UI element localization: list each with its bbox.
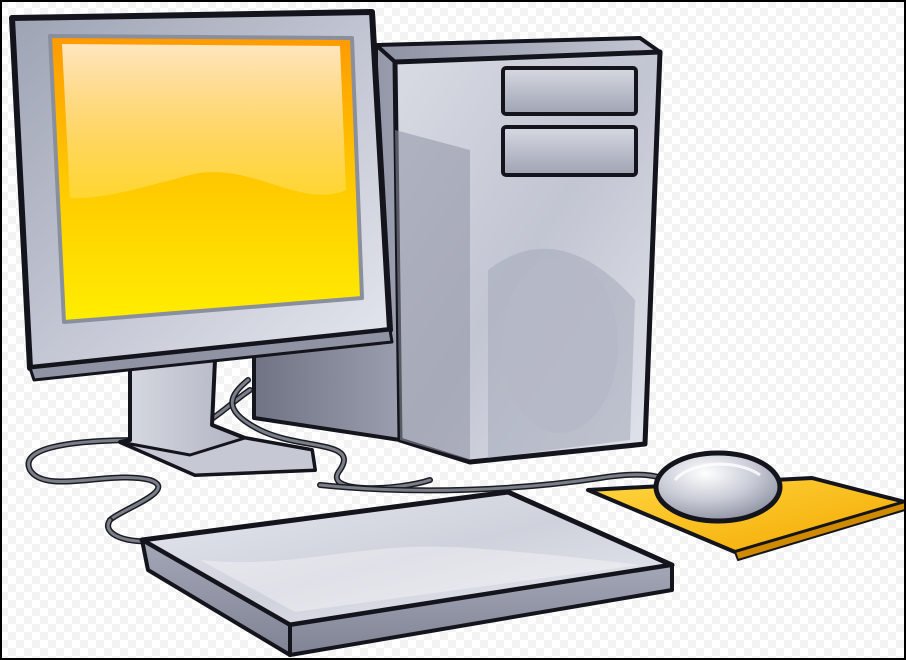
mouse	[653, 450, 783, 524]
clipart-canvas	[0, 0, 906, 660]
drive-bay-lower	[501, 125, 638, 177]
desktop-computer-illustration	[0, 0, 906, 660]
monitor	[9, 9, 394, 382]
drive-bay-upper	[501, 66, 638, 116]
